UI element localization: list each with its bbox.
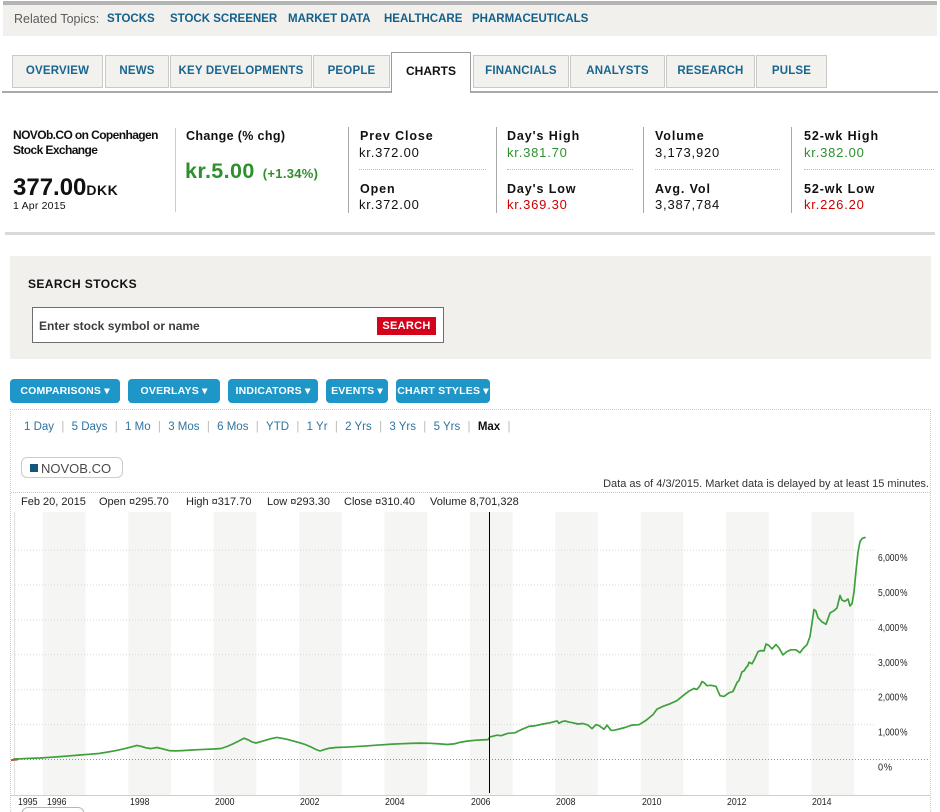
svg-text:1,000 %: 1,000 % xyxy=(878,728,908,739)
svg-text:1998: 1998 xyxy=(130,797,150,808)
svg-text:6,000 %: 6,000 % xyxy=(878,553,908,564)
svg-text:4,000 %: 4,000 % xyxy=(878,623,908,634)
svg-text:2008: 2008 xyxy=(556,797,576,808)
svg-text:2,000 %: 2,000 % xyxy=(878,693,908,704)
svg-text:2000: 2000 xyxy=(215,797,235,808)
svg-text:1995: 1995 xyxy=(18,797,38,808)
svg-text:2014: 2014 xyxy=(812,797,832,808)
svg-text:0 %: 0 % xyxy=(878,763,892,774)
svg-text:3,000 %: 3,000 % xyxy=(878,658,908,669)
svg-text:2004: 2004 xyxy=(385,797,405,808)
svg-text:2012: 2012 xyxy=(727,797,747,808)
svg-text:2010: 2010 xyxy=(642,797,662,808)
svg-text:5,000 %: 5,000 % xyxy=(878,588,908,599)
svg-text:1996: 1996 xyxy=(47,797,67,808)
svg-text:2002: 2002 xyxy=(300,797,320,808)
svg-text:2006: 2006 xyxy=(471,797,491,808)
